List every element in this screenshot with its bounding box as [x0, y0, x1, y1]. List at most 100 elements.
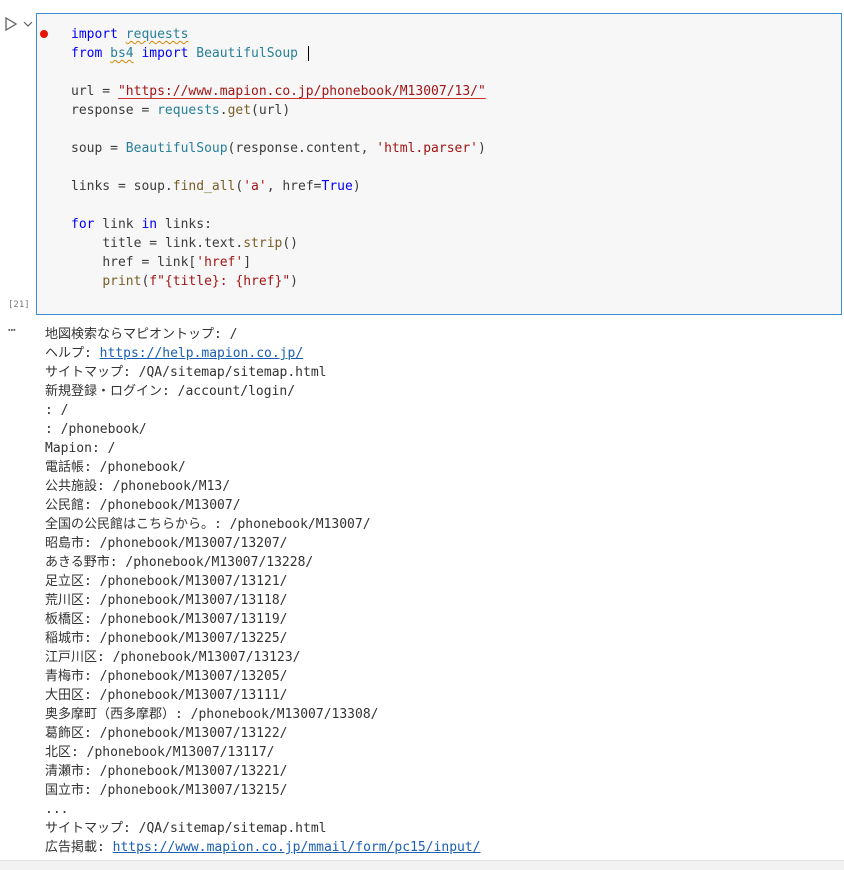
- code-token: , href=: [266, 179, 322, 194]
- output-link[interactable]: https://www.mapion.co.jp/mmail/form/pc15…: [113, 840, 481, 855]
- output-line: ...: [45, 802, 69, 817]
- code-token: True: [321, 179, 353, 194]
- code-token: print: [102, 274, 142, 289]
- code-token: ): [478, 141, 486, 156]
- output-line: 江戸川区: /phonebook/M13007/13123/: [45, 650, 301, 665]
- code-token: ]: [243, 255, 252, 270]
- code-token: get: [227, 103, 252, 118]
- text-cursor: [307, 46, 309, 61]
- code-token: href: [102, 255, 134, 270]
- code-token: links: [71, 179, 111, 194]
- ellipsis-icon[interactable]: ⋯: [8, 323, 17, 338]
- output-line: 電話帳: /phonebook/: [45, 460, 186, 475]
- code-token: =: [133, 103, 158, 118]
- code-token: (url): [251, 103, 291, 118]
- code-token: in: [141, 217, 158, 232]
- code-token: link[: [157, 255, 197, 270]
- output-line: 大田区: /phonebook/M13007/13111/: [45, 688, 288, 703]
- code-token: link: [94, 217, 142, 232]
- code-line: soup = BeautifulSoup(response.content, '…: [71, 139, 486, 158]
- code-line: links = soup.find_all('a', href=True): [71, 177, 486, 196]
- code-token: BeautifulSoup: [196, 46, 298, 61]
- code-token: bs4: [110, 46, 134, 61]
- code-token: link.text.: [164, 236, 244, 251]
- code-token: f"{title}: {href}": [149, 274, 291, 289]
- output-line: 稲城市: /phonebook/M13007/13225/: [45, 631, 288, 646]
- output-line: 北区: /phonebook/M13007/13117/: [45, 745, 275, 760]
- output-line: 地図検索ならマピオントップ: /: [45, 327, 238, 342]
- output-line: Mapion: /: [45, 441, 116, 456]
- output-line: 公民館: /phonebook/M13007/: [45, 498, 241, 513]
- output-line: 足立区: /phonebook/M13007/13121/: [45, 574, 288, 589]
- code-line: for link in links:: [71, 215, 486, 234]
- output-link[interactable]: https://help.mapion.co.jp/: [100, 346, 304, 361]
- code-token: response: [71, 103, 134, 118]
- code-token: requests: [125, 27, 189, 42]
- chevron-down-icon[interactable]: [22, 16, 34, 32]
- cell-output: 地図検索ならマピオントップ: / ヘルプ: https://help.mapion…: [45, 325, 835, 857]
- output-text: 広告掲載:: [45, 840, 113, 855]
- code-token: for: [71, 217, 95, 232]
- breakpoint-icon[interactable]: [40, 30, 48, 38]
- code-line: url = "https://www.mapion.co.jp/phoneboo…: [71, 82, 486, 101]
- output-line: サイトマップ: /QA/sitemap/sitemap.html: [45, 821, 327, 836]
- code-line: from bs4 import BeautifulSoup: [71, 44, 486, 63]
- code-token: ): [290, 274, 298, 289]
- output-text: ヘルプ:: [45, 346, 100, 361]
- code-token: import: [141, 46, 189, 61]
- code-token: from: [71, 46, 103, 61]
- output-line: あきる野市: /phonebook/M13007/13228/: [45, 555, 314, 570]
- output-line: 清瀬市: /phonebook/M13007/13221/: [45, 764, 288, 779]
- output-line: : /phonebook/: [45, 422, 147, 437]
- code-token: =: [102, 141, 126, 156]
- code-line: print(f"{title}: {href}"): [71, 272, 486, 291]
- code-token: "https://www.mapion.co.jp/phonebook/M130…: [117, 84, 486, 99]
- output-line: 新規登録・ログイン: /account/login/: [45, 384, 296, 399]
- output-line: 広告掲載: https://www.mapion.co.jp/mmail/for…: [45, 838, 835, 857]
- code-token: soup.: [133, 179, 173, 194]
- output-line: 葛飾区: /phonebook/M13007/13122/: [45, 726, 288, 741]
- code-line: title = link.text.strip(): [71, 234, 486, 253]
- output-line: 昭島市: /phonebook/M13007/13207/: [45, 536, 288, 551]
- output-line: : /: [45, 403, 69, 418]
- code-token: BeautifulSoup: [125, 141, 228, 156]
- output-line: サイトマップ: /QA/sitemap/sitemap.html: [45, 365, 327, 380]
- output-line: 公共施設: /phonebook/M13/: [45, 479, 231, 494]
- code-token: strip: [243, 236, 283, 251]
- code-token: find_all: [172, 179, 236, 194]
- code-token: ): [352, 179, 361, 194]
- code-token: import: [71, 27, 118, 42]
- code-token: 'a': [243, 179, 267, 194]
- code-line: import requests: [71, 25, 486, 44]
- execution-count: [21]: [8, 300, 30, 310]
- code-token: 'html.parser': [376, 141, 479, 156]
- code-token: links:: [157, 217, 212, 232]
- code-cell[interactable]: import requests from bs4 import Beautifu…: [0, 0, 844, 318]
- code-token: (response.content,: [227, 141, 377, 156]
- code-token: url: [71, 84, 95, 99]
- output-line: 奥多摩町（西多摩郡）: /phonebook/M13007/13308/: [45, 707, 379, 722]
- code-token: =: [141, 236, 165, 251]
- output-line: 板橋区: /phonebook/M13007/13119/: [45, 612, 288, 627]
- code-token: =: [133, 255, 158, 270]
- code-token: requests: [157, 103, 220, 118]
- code-line: response = requests.get(url): [71, 101, 486, 120]
- output-line: ヘルプ: https://help.mapion.co.jp/: [45, 344, 835, 363]
- code-line: href = link['href']: [71, 253, 486, 272]
- output-line: 国立市: /phonebook/M13007/13215/: [45, 783, 288, 798]
- code-token: (): [282, 236, 299, 251]
- code-lines: import requests from bs4 import Beautifu…: [71, 25, 486, 291]
- code-token: 'href': [196, 255, 244, 270]
- code-token: =: [110, 179, 134, 194]
- code-token: =: [94, 84, 118, 99]
- play-icon[interactable]: [4, 16, 18, 32]
- output-line: 荒川区: /phonebook/M13007/13118/: [45, 593, 288, 608]
- code-token: title: [102, 236, 142, 251]
- output-line: 青梅市: /phonebook/M13007/13205/: [45, 669, 288, 684]
- output-line: 全国の公民館はこちらから。: /phonebook/M13007/: [45, 517, 371, 532]
- code-token: .: [219, 103, 228, 118]
